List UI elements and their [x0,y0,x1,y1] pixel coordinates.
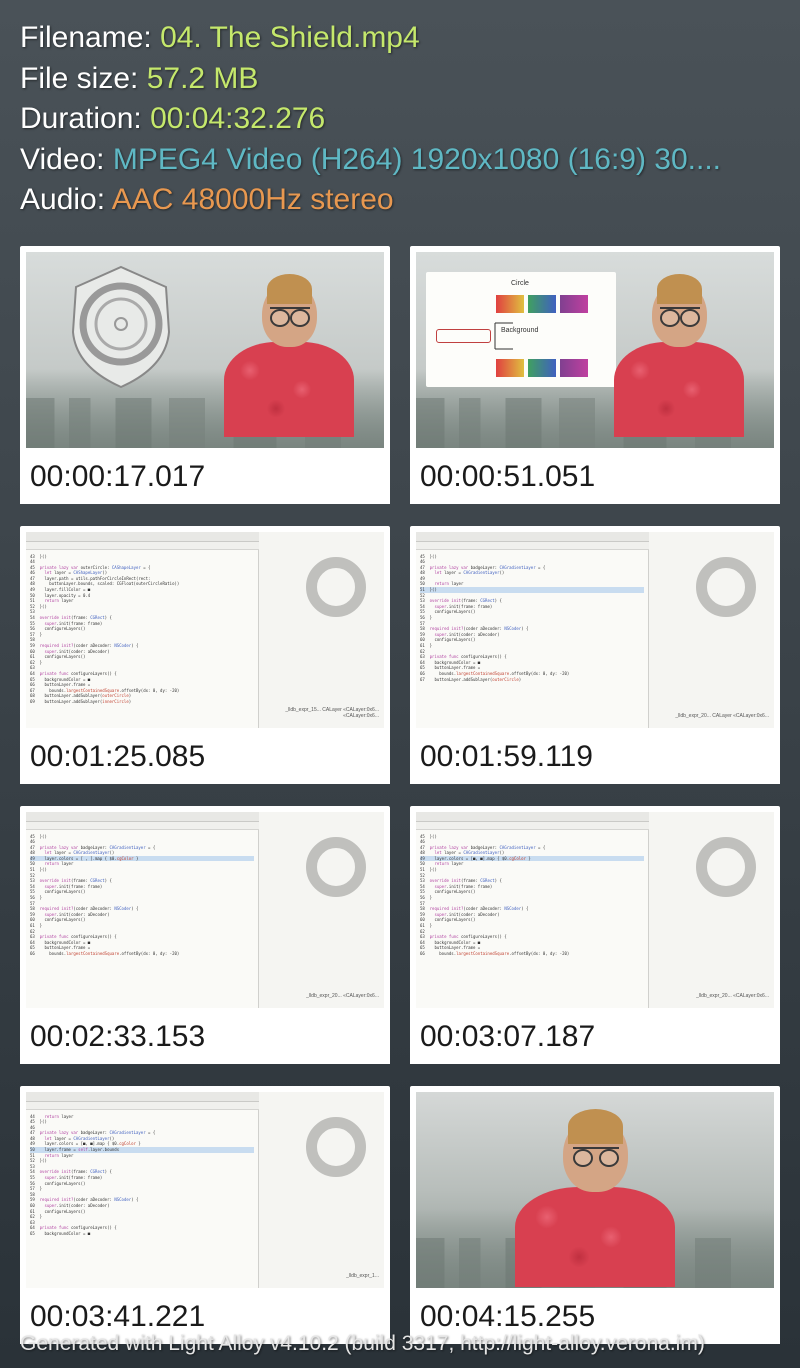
video-label: Video: [20,143,113,176]
filesize-label: File size: [20,62,147,95]
audio-value: AAC 48000Hz stereo [112,183,394,216]
thumbnail-item: 00:04:15.255 [410,1086,780,1344]
thumbnail-image: 44 return layer 45 }() 46 47 private laz… [20,1086,390,1294]
debug-label: _lldb_expr_15... CALayer «CALayer:0x6...… [259,707,379,720]
thumbnail-item: Circle Background [410,246,780,504]
filesize-value: 57.2 MB [147,62,259,95]
preview-ring-icon [306,837,366,897]
preview-ring-icon [306,1117,366,1177]
thumbnail-image: 45 }() 46 47 private lazy var badgeLayer… [410,806,780,1014]
thumbnail-timestamp: 00:00:51.051 [410,454,780,504]
filename-label: Filename: [20,21,160,54]
video-value: MPEG4 Video (H264) 1920x1080 (16:9) 30..… [113,143,721,176]
duration-label: Duration: [20,102,150,135]
preview-ring-icon [696,837,756,897]
thumbnail-item: 44 return layer 45 }() 46 47 private laz… [20,1086,390,1344]
audio-row: Audio: AAC 48000Hz stereo [20,180,780,221]
thumbnail-timestamp: 00:01:59.119 [410,734,780,784]
preview-ring-icon [696,557,756,617]
thumbnail-item: 00:00:17.017 [20,246,390,504]
thumbnail-item: 45 }() 46 47 private lazy var badgeLayer… [410,806,780,1064]
filesize-row: File size: 57.2 MB [20,59,780,100]
thumbnail-item: 43 }() 44 45 private lazy var outerCircl… [20,526,390,784]
thumbnail-image: 45 }() 46 47 private lazy var badgeLayer… [410,526,780,734]
audio-label: Audio: [20,183,112,216]
thumbnail-image [410,1086,780,1294]
duration-value: 00:04:32.276 [150,102,325,135]
debug-label: _lldb_expr_1... [346,1273,379,1280]
thumbnail-timestamp: 00:02:33.153 [20,1014,390,1064]
preview-ring-icon [306,557,366,617]
filename-value: 04. The Shield.mp4 [160,21,420,54]
thumbnail-item: 45 }() 46 47 private lazy var badgeLayer… [410,526,780,784]
diagram-overlay: Circle Background [426,272,616,387]
duration-row: Duration: 00:04:32.276 [20,99,780,140]
thumbnail-timestamp: 00:00:17.017 [20,454,390,504]
debug-label: _lldb_expr_20... CALayer «CALayer:0x6... [675,713,769,720]
thumbnail-image: Circle Background [410,246,780,454]
thumbnail-timestamp: 00:03:07.187 [410,1014,780,1064]
filename-row: Filename: 04. The Shield.mp4 [20,18,780,59]
debug-label: _lldb_expr_20... «CALayer:0x6... [306,993,379,1000]
presenter-figure [224,282,354,442]
metadata-header: Filename: 04. The Shield.mp4 File size: … [0,0,800,231]
video-row: Video: MPEG4 Video (H264) 1920x1080 (16:… [20,140,780,181]
debug-label: _lldb_expr_20... «CALayer:0x6... [696,993,769,1000]
shield-icon [61,262,181,392]
thumbnail-image: 45 }() 46 47 private lazy var badgeLayer… [20,806,390,1014]
thumbnail-image [20,246,390,454]
thumbnail-grid: 00:00:17.017 Circle Background [0,231,800,1344]
thumbnail-timestamp: 00:01:25.085 [20,734,390,784]
footer-text: Generated with Light Alloy v4.10.2 (buil… [20,1332,705,1356]
thumbnail-image: 43 }() 44 45 private lazy var outerCircl… [20,526,390,734]
presenter-figure [515,1117,675,1277]
thumbnail-item: 45 }() 46 47 private lazy var badgeLayer… [20,806,390,1064]
presenter-figure [614,282,744,442]
